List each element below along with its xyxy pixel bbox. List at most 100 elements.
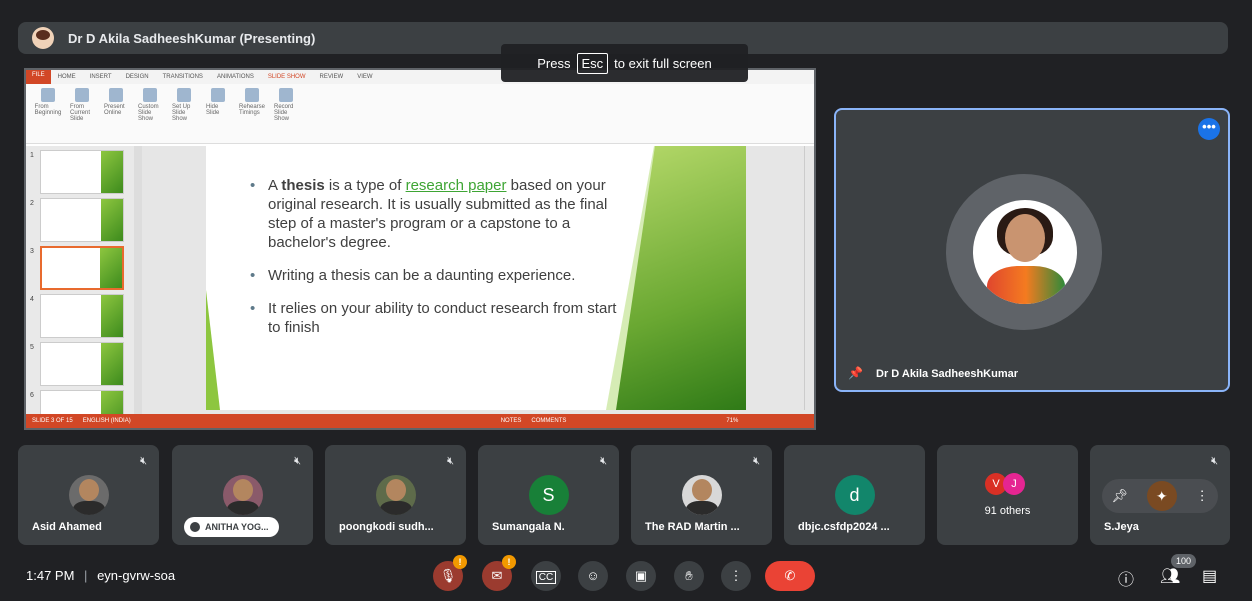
avatar — [375, 475, 416, 515]
ppt-ribbon: From Beginning From Current Slide Presen… — [26, 84, 814, 144]
warning-icon: ! — [453, 555, 467, 569]
more-options-icon[interactable]: ••• — [1198, 118, 1220, 140]
more-options-button[interactable]: ⋮ — [721, 561, 751, 591]
thumb-number: 2 — [30, 200, 34, 207]
more-vert-icon[interactable]: ⋮ — [1196, 488, 1209, 504]
participant-tile[interactable]: 🔇︎ Asid Ahamed — [18, 445, 159, 545]
hang-up-icon: ✆ — [784, 568, 796, 583]
emoji-icon: ☺ — [586, 568, 600, 583]
others-tile[interactable]: V J 91 others — [937, 445, 1078, 545]
toast-suffix: to exit full screen — [614, 55, 712, 71]
slide-scrollbar — [804, 146, 814, 410]
bullet-relies: It relies on your ability to conduct res… — [250, 299, 630, 337]
mic-off-icon: 🔇︎ — [294, 455, 301, 467]
slide-thumbnail — [40, 342, 124, 386]
mic-off-icon: 🔇︎ — [447, 455, 454, 467]
ppt-hide-slide: Hide Slide — [206, 88, 230, 139]
ppt-rehearse: Rehearse Timings — [239, 88, 265, 139]
participant-tile[interactable]: 🔇︎ The RAD Martin ... — [631, 445, 772, 545]
ppt-record: Record Slide Show — [274, 88, 298, 139]
esc-key: Esc — [576, 52, 609, 74]
slideshow-icon — [41, 88, 55, 102]
ppt-tab-review: REVIEW — [319, 74, 344, 80]
ppt-tab-file: FILE — [26, 70, 51, 84]
bullet-daunting: Writing a thesis can be a daunting exper… — [250, 266, 630, 285]
ppt-tab-slideshow: SLIDE SHOW — [267, 74, 306, 80]
fullscreen-toast: Press Esc to exit full screen — [501, 44, 748, 82]
participant-tile[interactable]: 🔇︎ poongkodi sudh... — [325, 445, 466, 545]
participant-tile[interactable]: 🔇︎ 📌︎ ✦ ⋮ S.Jeya — [1090, 445, 1230, 545]
participant-tile[interactable]: d dbjc.csfdp2024 ... — [784, 445, 925, 545]
thumb-number: 6 — [30, 392, 34, 399]
presenter-tile[interactable]: ••• 📌 Dr D Akila SadheeshKumar — [834, 108, 1230, 392]
effects-icon[interactable]: ✦ — [1146, 481, 1177, 511]
present-online-icon — [109, 88, 123, 102]
slide-thumbnails: 1 2 3 4 5 6 — [26, 146, 134, 428]
clock-time: 1:47 PM — [26, 568, 75, 583]
research-paper-link: research paper — [405, 177, 507, 194]
ppt-tab-view: VIEW — [357, 74, 373, 80]
ppt-tab-animations: ANIMATIONS — [216, 74, 254, 80]
ppt-tab-home: HOME — [57, 74, 76, 80]
slide-counter: SLIDE 3 OF 15 — [32, 418, 73, 424]
camera-off-icon: ✉︎ — [491, 568, 503, 583]
zoom-level: 71% — [726, 418, 739, 424]
captions-icon: CC — [535, 571, 557, 584]
ppt-statusbar: SLIDE 3 OF 15 ENGLISH (INDIA) NOTES COMM… — [26, 414, 814, 428]
thumb-number: 3 — [30, 248, 34, 255]
avatar — [222, 475, 263, 515]
pin-icon[interactable]: 📌︎ — [1111, 488, 1128, 504]
thumb-number: 4 — [30, 296, 34, 303]
presenter-avatar — [32, 27, 54, 49]
participant-tile[interactable]: 🔇︎ ANITHA YOG... — [172, 445, 313, 545]
current-slide: A thesis is a type of research paper bas… — [206, 146, 746, 410]
present-button[interactable]: ▣ — [626, 561, 656, 591]
ppt-tab-design: DESIGN — [125, 74, 149, 80]
thumb-number: 1 — [30, 152, 34, 159]
participant-tile[interactable]: 🔇︎ S Sumangala N. — [478, 445, 619, 545]
thumbnail-scrollbar — [134, 146, 142, 414]
record-icon — [279, 88, 293, 102]
ppt-tab-transitions: TRANSITIONS — [162, 74, 203, 80]
separator: | — [84, 568, 88, 583]
person-icon — [190, 522, 200, 532]
avatar: d — [834, 475, 875, 515]
participant-name: The RAD Martin ... — [645, 521, 740, 533]
meeting-code: eyn-gvrw-soa — [97, 568, 176, 583]
people-icon[interactable]: 👥︎ — [1160, 566, 1180, 586]
mic-off-icon: 🔇︎ — [753, 455, 760, 467]
avatar: S — [528, 475, 569, 515]
meeting-info: 1:47 PM | eyn-gvrw-soa — [26, 568, 175, 583]
slide-thumbnail — [40, 294, 124, 338]
ppt-from-current: From Current Slide — [70, 88, 94, 139]
chat-icon[interactable]: ▤ — [1202, 566, 1217, 586]
mic-off-icon: 🔇︎ — [600, 455, 607, 467]
camera-toggle-button[interactable]: ✉︎ ! — [482, 555, 516, 591]
ppt-setup-show: Set Up Slide Show — [172, 88, 196, 139]
participant-name: Asid Ahamed — [32, 521, 102, 533]
reactions-button[interactable]: ☺ — [578, 561, 608, 591]
avatar: J — [1003, 473, 1025, 495]
participant-name: poongkodi sudh... — [339, 521, 434, 533]
shared-screen: FILE HOME INSERT DESIGN TRANSITIONS ANIM… — [24, 68, 816, 430]
leave-call-button[interactable]: ✆ — [765, 561, 815, 591]
participant-name: Sumangala N. — [492, 521, 565, 533]
info-icon[interactable]: ⓘ — [1118, 566, 1134, 590]
avatar — [681, 475, 722, 515]
slide-thumbnail-active — [40, 246, 124, 290]
ppt-from-beginning: From Beginning — [35, 88, 61, 139]
raise-hand-button[interactable]: ✋︎ — [674, 561, 704, 591]
tile-hover-controls: 📌︎ ✦ ⋮ — [1102, 479, 1218, 513]
language-status: ENGLISH (INDIA) — [82, 418, 131, 424]
notes-toggle: NOTES — [500, 418, 522, 424]
mic-toggle-button[interactable]: 🎙︎ ! — [433, 555, 467, 591]
captions-button[interactable]: CC — [531, 561, 561, 591]
hand-icon: ✋︎ — [685, 568, 693, 583]
slideshow-icon — [75, 88, 89, 102]
presenter-name: Dr D Akila SadheeshKumar — [876, 368, 1019, 380]
setup-icon — [177, 88, 191, 102]
bullet-thesis-definition: A thesis is a type of research paper bas… — [250, 176, 630, 252]
avatar — [68, 475, 109, 515]
mic-off-icon: 🔇︎ — [140, 455, 147, 467]
participant-name: dbjc.csfdp2024 ... — [798, 521, 890, 533]
